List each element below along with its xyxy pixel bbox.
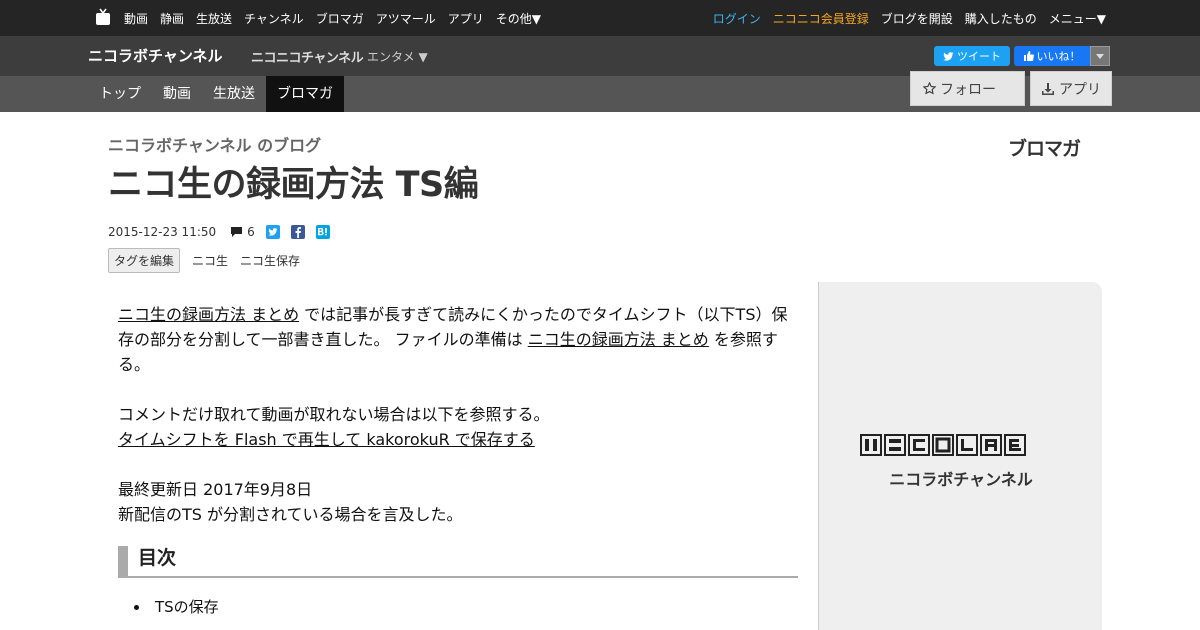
- nav-item-app[interactable]: アプリ: [448, 10, 484, 27]
- genre-dropdown[interactable]: エンタメ ▼: [367, 48, 428, 65]
- app-label: アプリ: [1059, 81, 1101, 98]
- nav-item-seiga[interactable]: 静画: [160, 10, 184, 27]
- share-facebook-icon[interactable]: [290, 225, 305, 239]
- menu-dropdown[interactable]: メニュー▼: [1049, 10, 1106, 27]
- nav-item-channel[interactable]: チャンネル: [244, 10, 304, 27]
- paragraph-intro: ニコ生の録画方法 まとめ では記事が長すぎて読みにくかったのでタイムシフト（以下…: [118, 302, 798, 377]
- nav-item-atsumaru[interactable]: アツマール: [376, 10, 436, 27]
- global-nav: 動画 静画 生放送 チャンネル ブロマガ アツマール アプリ その他▼ ログイン…: [0, 0, 1200, 36]
- nav-item-more[interactable]: その他▼: [496, 10, 541, 27]
- blomaga-logo[interactable]: ブロマガ: [1008, 134, 1081, 161]
- nav-item-blomaga[interactable]: ブロマガ: [316, 10, 364, 27]
- download-icon: [1042, 82, 1054, 95]
- facebook-like-button[interactable]: いいね！: [1014, 46, 1090, 66]
- follow-label: フォロー: [940, 81, 996, 98]
- tab-video[interactable]: 動画: [152, 76, 202, 112]
- article-title: ニコ生の録画方法 TS編: [108, 165, 479, 205]
- open-blog-link[interactable]: ブログを開設: [881, 10, 953, 27]
- like-menu-button[interactable]: [1090, 46, 1110, 66]
- twitter-bird-icon: [268, 228, 278, 236]
- star-icon: [923, 82, 936, 95]
- twitter-bird-icon: [943, 51, 954, 61]
- purchased-link[interactable]: 購入したもの: [965, 10, 1037, 27]
- nav-item-video[interactable]: 動画: [124, 10, 148, 27]
- tab-live[interactable]: 生放送: [202, 76, 266, 112]
- paragraph-comment-only: コメントだけ取れて動画が取れない場合は以下を参照する。: [118, 405, 550, 424]
- comment-count: 6: [247, 225, 255, 239]
- tag-nicolive-save[interactable]: ニコ生保存: [240, 252, 300, 269]
- paragraph-link-line: タイムシフトを Flash で再生して kakorokuR で保存する: [118, 427, 798, 452]
- tab-blomaga[interactable]: ブロマガ: [266, 76, 344, 112]
- share-twitter-icon[interactable]: [265, 225, 280, 239]
- edit-tags-button[interactable]: タグを編集: [108, 247, 181, 273]
- tab-top[interactable]: トップ: [88, 76, 152, 112]
- link-flash-kakorokur[interactable]: タイムシフトを Flash で再生して kakorokuR で保存する: [118, 430, 535, 449]
- update-note: 新配信のTS が分割されている場合を言及した。: [118, 505, 463, 524]
- hatena-bookmark-icon: [318, 227, 328, 235]
- toc-item[interactable]: TSの保存: [134, 596, 219, 618]
- tab-list: トップ 動画 生放送 ブロマガ: [88, 76, 344, 112]
- blog-owner-link[interactable]: ニコラボチャンネル のブログ: [108, 132, 321, 156]
- tweet-label: ツイート: [957, 50, 1001, 63]
- toc-item-label: TSの保存: [155, 598, 219, 616]
- bullet-icon: [134, 604, 139, 610]
- niconico-channel-logo[interactable]: ニコニコチャンネル: [251, 47, 364, 66]
- app-download-button[interactable]: アプリ: [1030, 71, 1112, 106]
- nicolab-logo: [860, 434, 1026, 456]
- channel-name[interactable]: ニコラボチャンネル: [88, 45, 223, 66]
- article-body: ニコ生の録画方法 まとめ では記事が長すぎて読みにくかったのでタイムシフト（以下…: [118, 302, 798, 527]
- link-summary-article-2[interactable]: ニコ生の録画方法 まとめ: [528, 330, 709, 349]
- nav-item-live[interactable]: 生放送: [196, 10, 232, 27]
- login-link[interactable]: ログイン: [713, 10, 761, 27]
- caret-down-icon: [1096, 53, 1104, 59]
- thumbs-up-icon: [1023, 51, 1034, 61]
- channel-card[interactable]: ニコラボチャンネル: [818, 282, 1102, 630]
- facebook-f-icon: [295, 226, 301, 238]
- card-channel-name: ニコラボチャンネル: [889, 470, 1033, 489]
- tag-area: タグを編集 ニコ生 ニコ生保存: [108, 247, 300, 273]
- post-date: 2015-12-23 11:50: [108, 225, 217, 239]
- tag-nicolive[interactable]: ニコ生: [192, 252, 228, 269]
- global-nav-left: 動画 静画 生放送 チャンネル ブロマガ アツマール アプリ その他▼: [124, 0, 541, 36]
- follow-button[interactable]: フォロー: [910, 71, 1025, 106]
- toc-list: TSの保存: [134, 596, 219, 618]
- share-hatena-icon[interactable]: [315, 225, 330, 239]
- link-summary-article[interactable]: ニコ生の録画方法 まとめ: [118, 305, 299, 324]
- article-meta: 2015-12-23 11:50 6: [108, 223, 330, 241]
- register-link[interactable]: ニコニコ会員登録: [773, 10, 869, 27]
- tweet-button[interactable]: ツイート: [934, 46, 1010, 66]
- comment-count-link[interactable]: 6: [230, 225, 255, 239]
- global-nav-right: ログイン ニコニコ会員登録 ブログを開設 購入したもの メニュー▼: [713, 0, 1106, 36]
- channel-bar: ニコラボチャンネル ニコニコチャンネル エンタメ ▼ ツイート いいね！: [0, 36, 1200, 76]
- last-updated: 最終更新日 2017年9月8日: [118, 480, 313, 499]
- comment-bubble-icon: [231, 227, 243, 237]
- niconico-tv-icon[interactable]: [95, 8, 111, 26]
- toc-heading: 目次: [118, 546, 798, 578]
- like-label: いいね！: [1036, 50, 1081, 63]
